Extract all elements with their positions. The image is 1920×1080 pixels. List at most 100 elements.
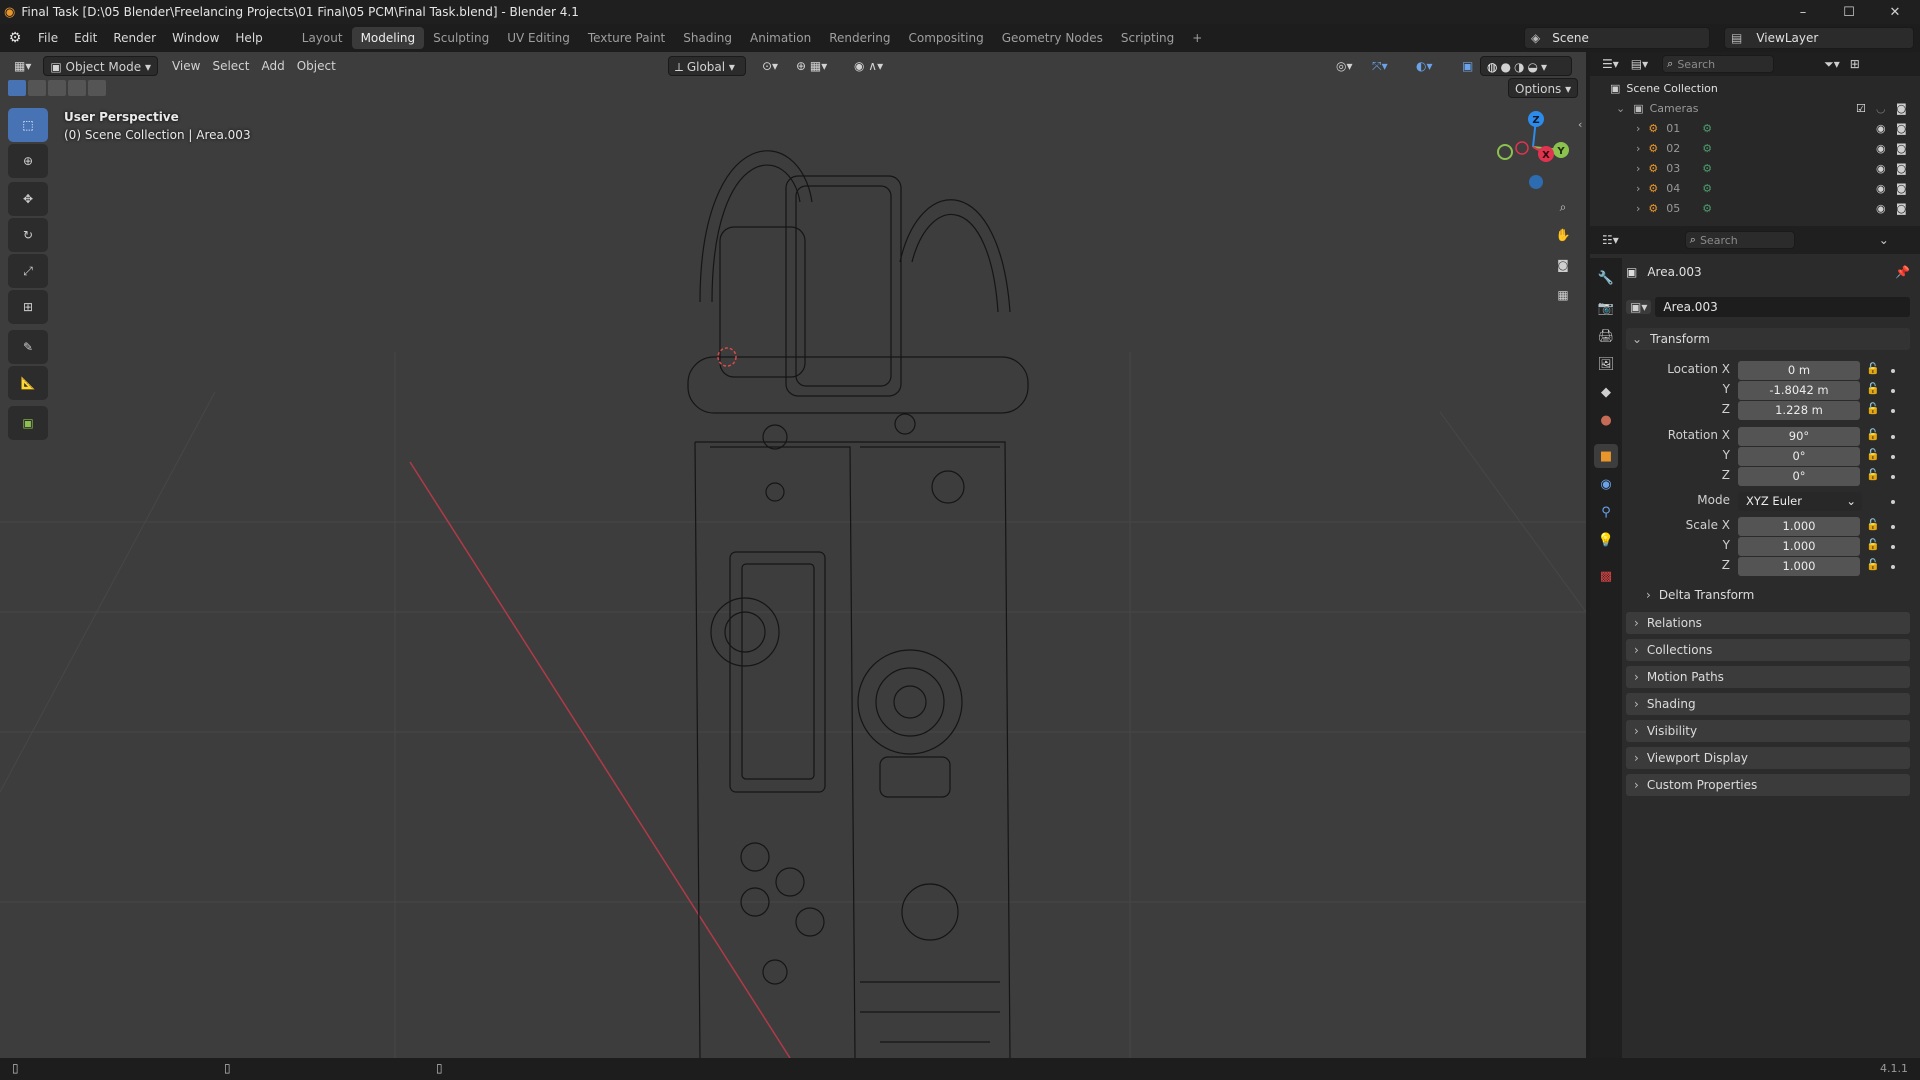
data-tab-icon[interactable]: 💡 [1594,528,1618,552]
lock-icon[interactable]: 🔓 [1866,558,1880,571]
scale-x-field[interactable]: 1.000 [1738,517,1860,536]
viewport-canvas[interactable] [0,52,1586,1058]
wireframe-shading-icon[interactable]: ◍ [1487,60,1500,74]
render-camera-icon[interactable]: ◙ [1896,142,1907,155]
lock-icon[interactable]: 🔓 [1866,518,1880,531]
menu-help[interactable]: Help [227,27,270,49]
filter-icon[interactable]: ⏷▾ [1824,57,1840,72]
keyframe-dot[interactable] [1891,455,1895,459]
select-box-tool[interactable]: ⬚ [8,108,48,142]
outliner-item-01[interactable]: › ⚙ 01 ⚙ ◉ ◙ [1590,118,1920,138]
menu-add[interactable]: Add [255,56,290,76]
delta-transform-subpanel[interactable]: › Delta Transform [1646,588,1754,602]
keyframe-dot[interactable] [1891,389,1895,393]
add-workspace-button[interactable]: + [1183,27,1211,49]
rotation-y-field[interactable]: 0° [1738,447,1860,466]
visibility-eye-icon[interactable]: ◉ [1876,142,1886,155]
tab-geometry-nodes[interactable]: Geometry Nodes [993,27,1112,49]
view-layer-selector[interactable]: ▤ ViewLayer [1724,27,1914,49]
object-data-icon[interactable]: ▣▾ [1626,300,1652,314]
add-cube-tool[interactable]: ▣ [8,406,48,440]
lock-icon[interactable]: 🔓 [1866,402,1880,415]
render-tab-icon[interactable]: 📷 [1594,296,1618,320]
minimize-button[interactable]: – [1780,0,1826,24]
lock-icon[interactable]: 🔓 [1866,468,1880,481]
texture-tab-icon[interactable]: ▩ [1594,564,1618,588]
view-layer-tab-icon[interactable]: 🖼 [1594,352,1618,376]
properties-editor-icon[interactable]: ☷▾ [1602,233,1619,247]
new-collection-icon[interactable]: ⊞ [1850,57,1860,71]
outliner-item-04[interactable]: › ⚙ 04 ⚙ ◉ ◙ [1590,178,1920,198]
menu-object[interactable]: Object [291,56,342,76]
object-tab-icon[interactable]: ■ [1594,444,1618,468]
scale-z-field[interactable]: 1.000 [1738,557,1860,576]
properties-search[interactable]: ⌕ Search [1684,231,1795,249]
proportional-edit-icon[interactable]: ◉ ∧▾ [848,56,889,76]
menu-render[interactable]: Render [105,27,164,49]
shading-modes[interactable]: ◍●◑◒▾ [1480,56,1572,76]
keyframe-dot[interactable] [1891,545,1895,549]
lock-icon[interactable]: 🔓 [1866,538,1880,551]
render-camera-icon[interactable]: ◙ [1896,122,1907,135]
keyframe-dot[interactable] [1891,435,1895,439]
material-shading-icon[interactable]: ◑ [1514,60,1527,74]
solid-shading-icon[interactable]: ● [1500,60,1513,74]
render-camera-icon[interactable]: ◙ [1896,102,1907,115]
pivot-icon[interactable]: ⊙▾ [756,56,784,76]
visibility-eye-icon[interactable]: ◉ [1876,122,1886,135]
tab-sculpting[interactable]: Sculpting [424,27,498,49]
motion-paths-panel[interactable]: › Motion Paths [1626,666,1910,688]
expand-icon[interactable]: ⌄ [1616,102,1625,115]
outliner-row-scene-collection[interactable]: ▣ Scene Collection [1590,78,1920,98]
expand-icon[interactable]: › [1636,142,1640,155]
menu-select[interactable]: Select [206,56,255,76]
gizmo-neg-y[interactable] [1497,144,1513,160]
overlay-toggle-icon[interactable]: ◐▾ [1410,56,1439,76]
visibility-eye-icon[interactable]: ◉ [1876,162,1886,175]
outliner-row-cameras[interactable]: ⌄ ▣ Cameras ☑ ◡ ◙ [1590,98,1920,118]
tab-uv-editing[interactable]: UV Editing [498,27,579,49]
rotation-mode-dropdown[interactable]: XYZ Euler ⌄ [1738,492,1862,511]
output-tab-icon[interactable]: 🖨 [1594,324,1618,348]
physics-tab-icon[interactable]: ◉ [1594,472,1618,496]
pan-hand-icon[interactable]: ✋ [1550,222,1576,248]
expand-icon[interactable]: › [1636,202,1640,215]
3d-viewport[interactable] [0,52,1586,1058]
blender-menu-icon[interactable]: ⚙ [0,30,30,46]
hide-icon[interactable]: ◡ [1876,102,1886,115]
location-x-field[interactable]: 0 m [1738,361,1860,380]
move-tool[interactable]: ✥ [8,182,48,216]
lock-icon[interactable]: 🔓 [1866,428,1880,441]
transform-tool[interactable]: ⊞ [8,290,48,324]
maximize-button[interactable]: ☐ [1826,0,1872,24]
sidebar-toggle-icon[interactable]: ‹ [1578,118,1582,131]
tab-shading[interactable]: Shading [674,27,741,49]
lock-icon[interactable]: 🔓 [1866,448,1880,461]
tab-layout[interactable]: Layout [293,27,352,49]
keyframe-dot[interactable] [1891,500,1895,504]
scene-selector[interactable]: ◈ Scene [1524,27,1710,49]
render-camera-icon[interactable]: ◙ [1896,182,1907,195]
scale-tool[interactable]: ⤢ [8,254,48,288]
outliner-item-03[interactable]: › ⚙ 03 ⚙ ◉ ◙ [1590,158,1920,178]
tab-scripting[interactable]: Scripting [1112,27,1183,49]
transform-panel-header[interactable]: ⌄ Transform [1626,328,1910,350]
display-mode-icon[interactable]: ▤▾ [1631,57,1648,71]
outliner-item-05[interactable]: › ⚙ 05 ⚙ ◉ ◙ [1590,198,1920,218]
relations-panel[interactable]: › Relations [1626,612,1910,634]
keyframe-dot[interactable] [1891,565,1895,569]
navigation-gizmo[interactable]: Z Y X [1488,102,1578,197]
measure-tool[interactable]: 📐 [8,366,48,400]
render-camera-icon[interactable]: ◙ [1896,202,1907,215]
viewport-display-panel[interactable]: › Viewport Display [1626,747,1910,769]
snap-icon[interactable]: ⊕ ▦▾ [790,56,833,76]
object-mode-dropdown[interactable]: ▣ Object Mode ▾ [43,56,158,76]
select-subtract-icon[interactable] [48,80,66,96]
scale-y-field[interactable]: 1.000 [1738,537,1860,556]
scene-tab-icon[interactable]: ◆ [1594,380,1618,404]
world-tab-icon[interactable]: ● [1594,408,1618,432]
tab-compositing[interactable]: Compositing [899,27,992,49]
rotation-x-field[interactable]: 90° [1738,427,1860,446]
visibility-panel[interactable]: › Visibility [1626,720,1910,742]
properties-options-icon[interactable]: ⌄ [1879,233,1889,247]
